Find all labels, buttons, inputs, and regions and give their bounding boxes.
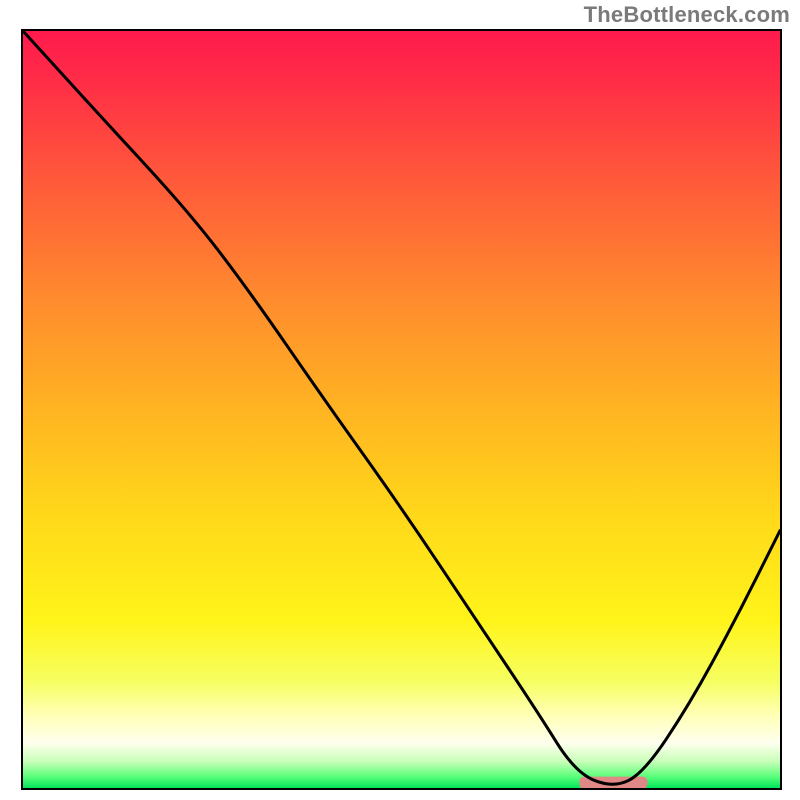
chart-root: TheBottleneck.com bbox=[0, 0, 800, 800]
plot-svg bbox=[23, 31, 780, 788]
gradient-background bbox=[23, 31, 780, 788]
plot-frame bbox=[21, 29, 782, 790]
watermark-label: TheBottleneck.com bbox=[584, 2, 790, 28]
